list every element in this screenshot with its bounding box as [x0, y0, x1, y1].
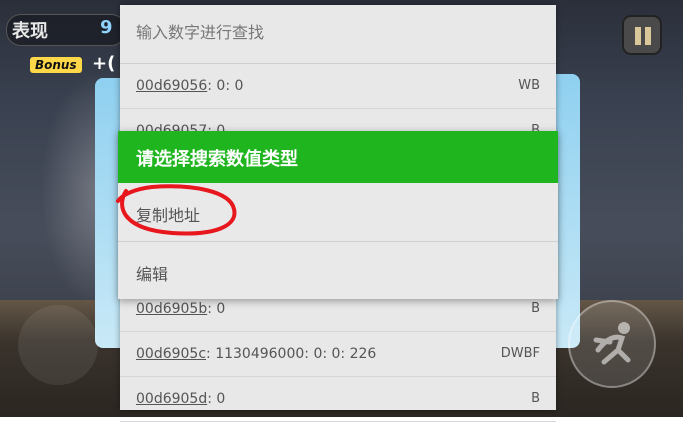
- result-row[interactable]: 00d6905c: 1130496000: 0: 0: 226 DWBF: [120, 332, 556, 377]
- search-input[interactable]: [136, 23, 536, 42]
- pause-icon[interactable]: [622, 15, 662, 55]
- score-value: 9: [100, 17, 113, 38]
- left-control-button[interactable]: [18, 305, 98, 385]
- dialog-title: 请选择搜索数值类型: [136, 149, 298, 170]
- result-address-line: 00d69056: 0: 0: [136, 78, 243, 94]
- result-address-line: 00d6905b: 0: [136, 301, 225, 317]
- result-values: : 0: [207, 391, 226, 407]
- result-address[interactable]: 00d6905c: [136, 346, 206, 362]
- result-row[interactable]: 00d69056: 0: 0 WB: [120, 64, 556, 109]
- result-address-line: 00d6905c: 1130496000: 0: 0: 226: [136, 346, 376, 362]
- copy-address-label: 复制地址: [136, 206, 201, 225]
- result-values: : 1130496000: 0: 0: 226: [206, 346, 377, 362]
- search-row: [120, 5, 556, 64]
- action-button[interactable]: [568, 300, 656, 388]
- result-row[interactable]: 00d6905d: 0 B: [120, 377, 556, 422]
- copy-address-option[interactable]: 复制地址: [118, 183, 558, 241]
- value-type-dialog: 请选择搜索数值类型 复制地址 编辑: [118, 131, 558, 299]
- result-address[interactable]: 00d69056: [136, 78, 207, 94]
- dialog-header: 请选择搜索数值类型: [118, 131, 558, 183]
- result-type: WB: [518, 78, 540, 93]
- bonus-value: +(: [92, 53, 116, 74]
- result-type: DWBF: [500, 346, 540, 361]
- bonus-badge: Bonus: [30, 57, 82, 73]
- edit-option[interactable]: 编辑: [118, 242, 558, 300]
- score-label: 表现: [12, 21, 48, 42]
- result-address-line: 00d6905d: 0: [136, 391, 225, 407]
- result-type: B: [531, 301, 540, 316]
- result-values: : 0: 0: [207, 78, 244, 94]
- edit-label: 编辑: [136, 265, 169, 284]
- result-type: B: [531, 391, 540, 406]
- result-address[interactable]: 00d6905d: [136, 391, 207, 407]
- result-address[interactable]: 00d6905b: [136, 301, 207, 317]
- result-values: : 0: [207, 301, 226, 317]
- parkour-action-icon: [593, 322, 631, 365]
